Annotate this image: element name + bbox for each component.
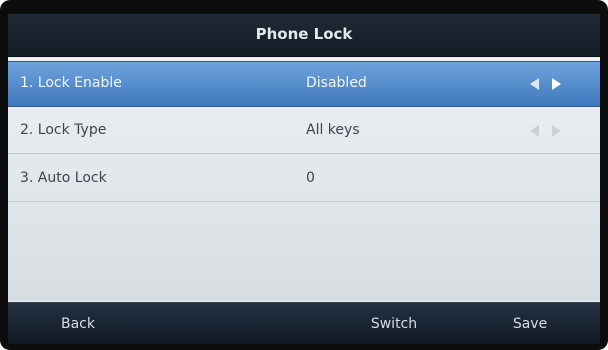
- arrow-right-icon[interactable]: [552, 78, 561, 90]
- softkey-bar: Back Switch Save: [8, 302, 600, 344]
- arrow-right-icon[interactable]: [552, 125, 561, 137]
- settings-list: 1. Lock Enable Disabled 2. Lock Type All…: [8, 57, 600, 300]
- arrow-left-icon[interactable]: [530, 78, 539, 90]
- setting-row-lock-enable[interactable]: 1. Lock Enable Disabled: [8, 61, 600, 107]
- setting-value: All keys: [306, 122, 360, 138]
- save-softkey[interactable]: Save: [460, 303, 600, 344]
- setting-value: Disabled: [306, 75, 367, 91]
- setting-label: 3. Auto Lock: [20, 170, 107, 186]
- switch-softkey[interactable]: Switch: [324, 303, 464, 344]
- setting-label: 1. Lock Enable: [20, 75, 122, 91]
- setting-label: 2. Lock Type: [20, 122, 107, 138]
- screen-title: Phone Lock: [255, 25, 353, 43]
- lcd-screen: Phone Lock 1. Lock Enable Disabled 2. Lo…: [8, 14, 600, 344]
- setting-value: 0: [306, 170, 315, 186]
- setting-row-auto-lock[interactable]: 3. Auto Lock 0: [8, 157, 600, 202]
- setting-row-lock-type[interactable]: 2. Lock Type All keys: [8, 109, 600, 154]
- arrow-left-icon[interactable]: [530, 125, 539, 137]
- option-switch-icon[interactable]: [528, 125, 572, 139]
- phone-bezel: Phone Lock 1. Lock Enable Disabled 2. Lo…: [0, 0, 608, 350]
- option-switch-icon[interactable]: [528, 78, 572, 92]
- back-softkey[interactable]: Back: [8, 303, 148, 344]
- title-bar: Phone Lock: [8, 14, 600, 57]
